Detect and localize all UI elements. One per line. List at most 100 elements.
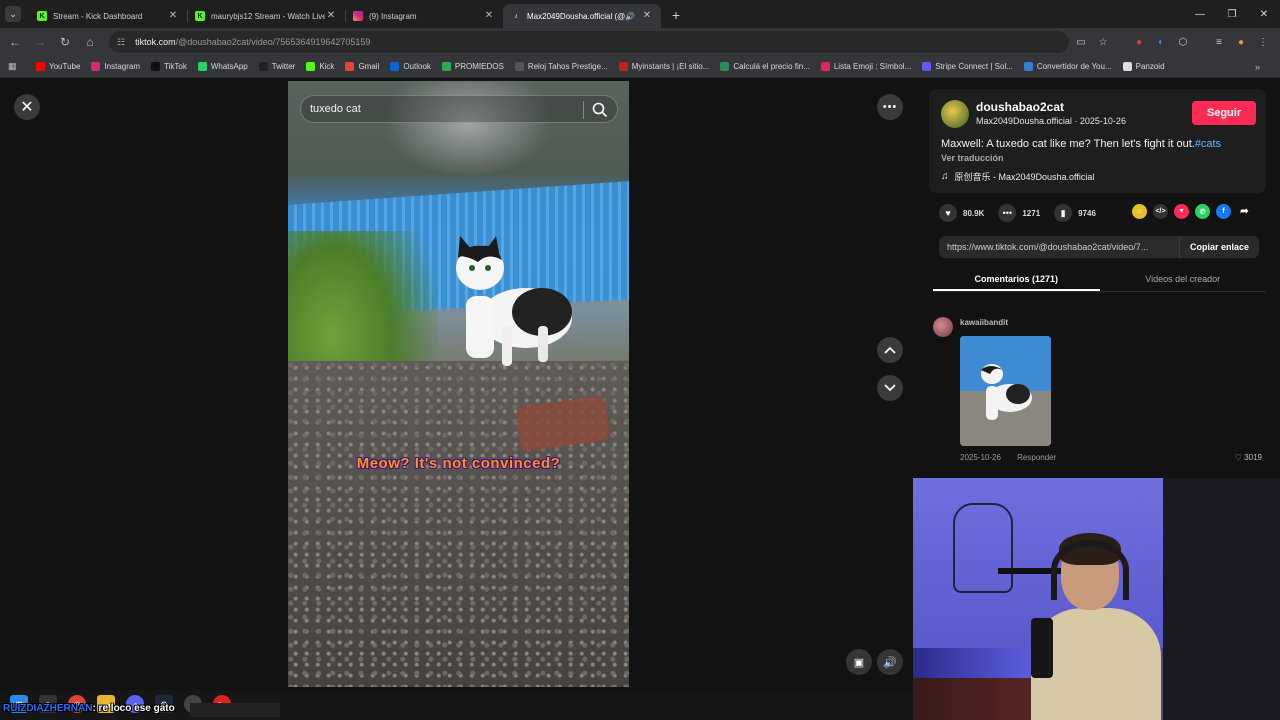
bookmark-label: PROMIEDOS: [454, 62, 504, 71]
whatsapp-icon[interactable]: ✆: [1195, 204, 1210, 219]
tab-close-icon[interactable]: ✕: [641, 10, 653, 22]
close-video-button[interactable]: ✕: [14, 94, 40, 120]
comment-button[interactable]: ••• 1271: [998, 204, 1040, 222]
chat-input-bar: [190, 703, 280, 717]
bookmark-label: Lista Emoji : Símbol...: [833, 62, 912, 71]
extensions-puzzle-icon[interactable]: ⬡: [1172, 31, 1194, 53]
video-player[interactable]: tuxedo cat Meow? It's not convinced?: [288, 81, 629, 687]
tab-title: Max2049Dousha.official (@: [527, 11, 626, 21]
bookmarks-bar: ▦ YouTube Instagram TikTok WhatsApp Twitter K…: [0, 56, 1280, 78]
bookmark-item[interactable]: PROMIEDOS: [441, 62, 504, 71]
previous-video-button[interactable]: [877, 337, 903, 363]
save-button[interactable]: ▮ 9746: [1054, 204, 1096, 222]
bookmark-item[interactable]: TikTok: [151, 62, 187, 71]
music-link[interactable]: ♫ 原创音乐 - Max2049Dousha.official: [941, 170, 1094, 183]
tab-comments[interactable]: Comentarios (1271): [933, 272, 1100, 291]
browser-tab[interactable]: K Stream - Kick Dashboard ✕: [29, 4, 187, 28]
reply-button[interactable]: Responder: [1017, 453, 1056, 462]
bookmark-item[interactable]: Kick: [306, 62, 334, 71]
bookmark-item[interactable]: Myinstants | ¡El sitio...: [618, 62, 709, 71]
browser-tab[interactable]: K maurybjs12 Stream - Watch Live ✕: [187, 4, 345, 28]
share-url-field[interactable]: https://www.tiktok.com/@doushabao2cat/vi…: [939, 242, 1179, 252]
share-arrow-icon[interactable]: ➦: [1237, 204, 1252, 219]
commenter-username[interactable]: kawaiibandit: [960, 318, 1008, 327]
apps-grid-icon[interactable]: ▦: [8, 61, 22, 72]
close-window-button[interactable]: ✕: [1248, 0, 1280, 28]
bookmark-item[interactable]: Convertidor de You...: [1023, 62, 1112, 71]
creator-avatar[interactable]: [941, 100, 969, 128]
bookmarks-overflow-icon[interactable]: »: [1255, 62, 1260, 72]
bookmark-favicon-icon: [36, 62, 45, 71]
tab-title: Stream - Kick Dashboard: [53, 11, 143, 21]
details-panel: doushabao2cat Max2049Dousha.official · 2…: [929, 89, 1266, 462]
minimize-button[interactable]: —: [1184, 0, 1216, 28]
embed-icon[interactable]: </>: [1153, 204, 1168, 219]
kick-icon: K: [195, 11, 205, 21]
post-date: 2025-10-26: [1079, 116, 1126, 126]
tab-search-button[interactable]: ⌄: [5, 6, 21, 22]
url-path: /@doushabao2cat/video/756536491964270515…: [175, 37, 371, 47]
search-icon[interactable]: [591, 101, 609, 119]
browser-tab[interactable]: (9) Instagram ✕: [345, 4, 503, 28]
bookmark-item[interactable]: Twitter: [258, 62, 295, 71]
next-video-button[interactable]: [877, 375, 903, 401]
bookmark-item[interactable]: Instagram: [91, 62, 140, 71]
bookmark-star-icon[interactable]: ☆: [1092, 31, 1114, 53]
follow-button[interactable]: Seguir: [1192, 101, 1256, 125]
profile-avatar[interactable]: ●: [1230, 31, 1252, 53]
music-note-icon: ♫: [941, 171, 949, 182]
creator-display-name: Max2049Dousha.official: [976, 116, 1072, 126]
send-icon[interactable]: ▼: [1174, 204, 1189, 219]
bookmark-label: YouTube: [49, 62, 81, 71]
address-bar-row: ← → ↻ ⌂ ☷ tiktok.com/@doushabao2cat/vide…: [0, 28, 1280, 56]
extension-icon[interactable]: ●: [1128, 31, 1150, 53]
bookmark-favicon-icon: [151, 62, 161, 71]
more-options-button[interactable]: •••: [877, 94, 903, 120]
site-info-icon[interactable]: ☷: [117, 37, 125, 48]
bookmark-item[interactable]: WhatsApp: [197, 62, 248, 71]
tab-list-icon[interactable]: ≡: [1208, 31, 1230, 53]
menu-kebab-icon[interactable]: ⋮: [1252, 31, 1274, 53]
tab-close-icon[interactable]: ✕: [167, 10, 179, 22]
like-button[interactable]: ♥ 80.9K: [939, 204, 984, 222]
facebook-icon[interactable]: f: [1216, 204, 1231, 219]
bookmark-item[interactable]: Panzoid: [1122, 62, 1165, 71]
cast-icon[interactable]: ▭: [1070, 31, 1092, 53]
browser-tab-active[interactable]: ♪ Max2049Dousha.official (@ 🔊 ✕: [503, 4, 661, 28]
bookmark-item[interactable]: Gmail: [345, 62, 379, 71]
bookmark-item[interactable]: Outlook: [390, 62, 431, 71]
reload-button[interactable]: ↻: [54, 31, 76, 53]
extension-icon[interactable]: ◐: [1150, 31, 1172, 53]
bookmark-favicon-icon: [258, 62, 268, 71]
volume-button[interactable]: 🔊: [877, 649, 903, 675]
tab-close-icon[interactable]: ✕: [483, 10, 495, 22]
video-search-bar[interactable]: tuxedo cat: [300, 95, 618, 123]
bookmark-favicon-icon: [618, 62, 628, 71]
url-field[interactable]: ☷ tiktok.com/@doushabao2cat/video/756536…: [109, 31, 1069, 53]
bookmark-favicon-icon: [720, 62, 730, 71]
back-button[interactable]: ←: [4, 31, 26, 53]
home-button[interactable]: ⌂: [79, 31, 101, 53]
bookmark-item[interactable]: Lista Emoji : Símbol...: [820, 62, 912, 71]
creator-username[interactable]: doushabao2cat: [976, 100, 1064, 114]
copy-link-button[interactable]: Copiar enlace: [1178, 236, 1259, 258]
bookmark-item[interactable]: Calculá el precio fin...: [720, 62, 810, 71]
bookmark-item[interactable]: YouTube: [36, 62, 80, 71]
see-translation-link[interactable]: Ver traducción: [941, 153, 1004, 163]
forward-button[interactable]: →: [29, 31, 51, 53]
bookmark-item[interactable]: Stripe Connect | Sol...: [922, 62, 1013, 71]
toolbar-icons: ▭ ☆ ● ◐ ⬡ ≡ ● ⋮: [1070, 31, 1274, 53]
tab-creator-videos[interactable]: Videos del creador: [1100, 272, 1267, 291]
hashtag-link[interactable]: #cats: [1195, 138, 1221, 150]
speaker-icon[interactable]: 🔊: [625, 12, 635, 21]
restore-button[interactable]: ❐: [1216, 0, 1248, 28]
url-host: tiktok.com: [135, 37, 176, 47]
new-tab-button[interactable]: +: [667, 6, 685, 24]
picture-in-picture-button[interactable]: ▣: [846, 649, 872, 675]
comment-like-button[interactable]: ♡ 3019: [1235, 453, 1262, 462]
repost-icon[interactable]: ☺: [1132, 204, 1147, 219]
comment-image[interactable]: [960, 336, 1051, 446]
bookmark-item[interactable]: Reloj Tahos Prestige...: [514, 62, 608, 71]
tab-close-icon[interactable]: ✕: [325, 10, 337, 22]
commenter-avatar[interactable]: [933, 317, 953, 337]
